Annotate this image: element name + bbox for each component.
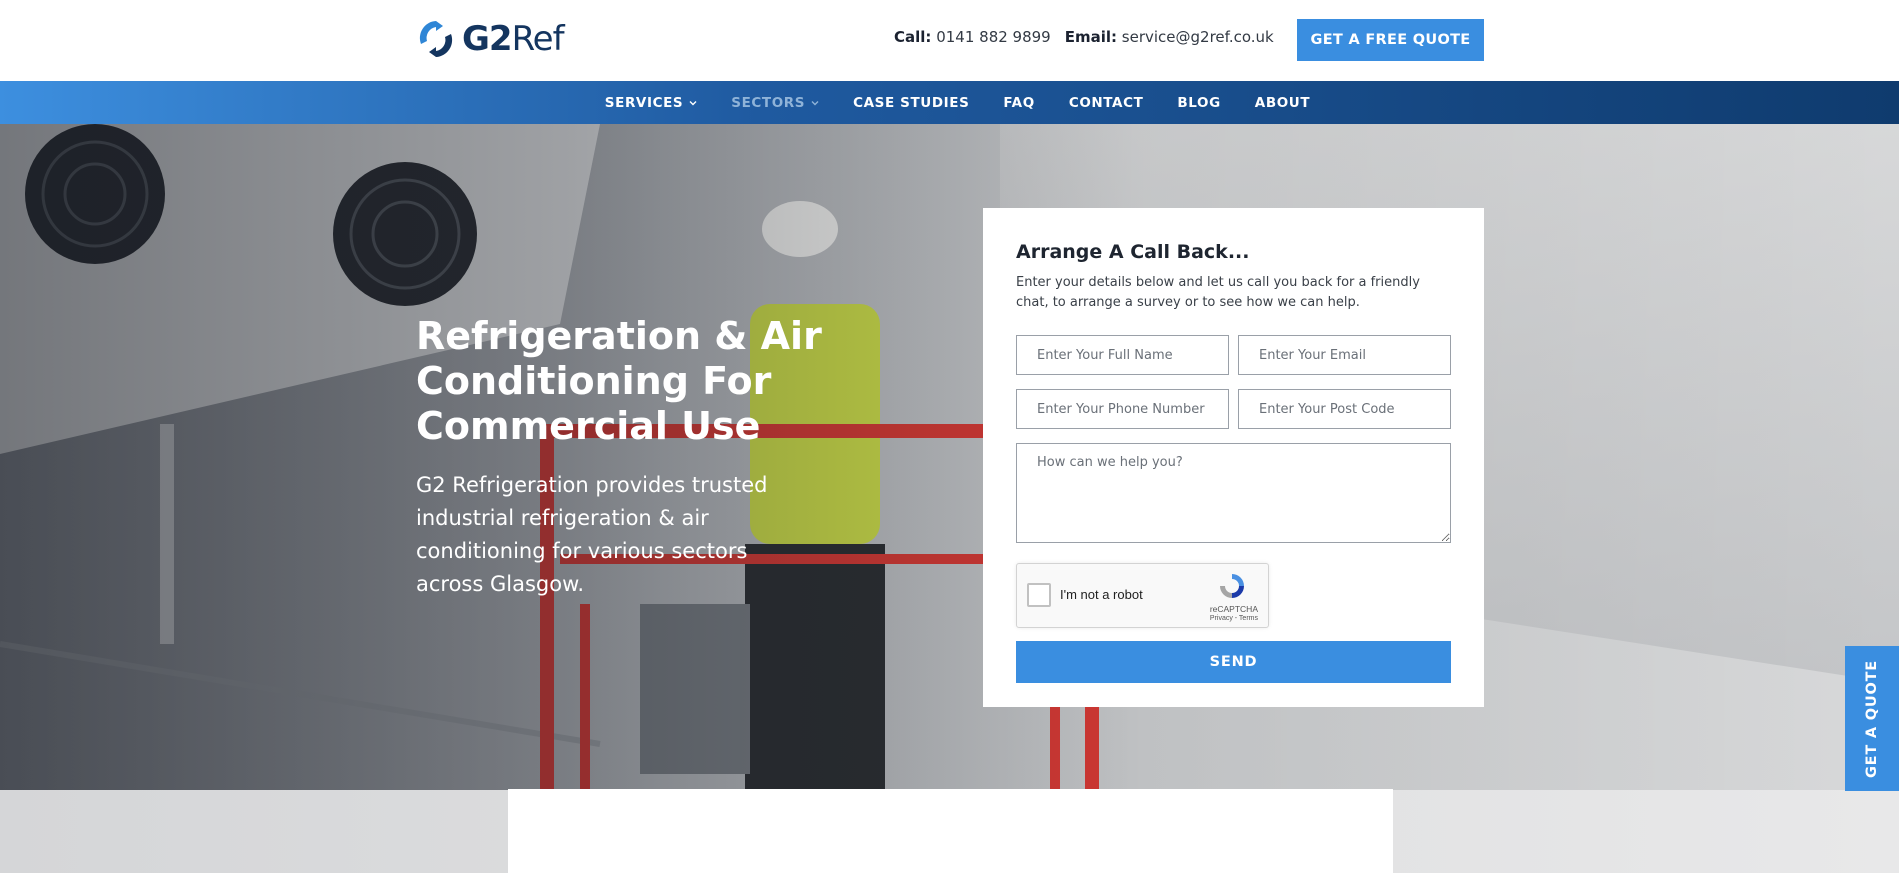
logo-text-bold: G2	[462, 19, 513, 59]
nav-item-blog[interactable]: BLOG	[1177, 95, 1220, 111]
email-field[interactable]	[1238, 335, 1451, 375]
call-label: Call:	[894, 28, 932, 46]
hero-title: Refrigeration & Air Conditioning For Com…	[416, 314, 822, 448]
nav-item-services-label: SERVICES	[604, 94, 684, 111]
content-panel	[508, 789, 1393, 873]
site-logo[interactable]: G2Ref	[416, 18, 565, 60]
get-free-quote-button[interactable]: GET A FREE QUOTE	[1297, 19, 1484, 61]
header-contact: Call: 0141 882 9899 Email: service@g2ref…	[894, 28, 1274, 46]
nav-item-sectors-label: SECTORS	[731, 94, 806, 111]
get-a-quote-side-tab[interactable]: GET A QUOTE	[1845, 646, 1899, 791]
phone-number[interactable]: 0141 882 9899	[936, 28, 1051, 46]
logo-text-light: Ref	[511, 19, 565, 59]
hero-subtitle: G2 Refrigeration provides trusted indust…	[416, 473, 768, 596]
nav-item-about[interactable]: ABOUT	[1255, 95, 1310, 111]
full-name-field[interactable]	[1016, 335, 1229, 375]
chevron-down-icon	[811, 100, 819, 105]
email-address[interactable]: service@g2ref.co.uk	[1122, 28, 1274, 46]
logo-mark-icon	[419, 21, 453, 57]
site-header: G2Ref Call: 0141 882 9899 Email: service…	[0, 0, 1899, 81]
email-contact[interactable]: Email: service@g2ref.co.uk	[1065, 28, 1274, 46]
main-navigation: SERVICES SECTORS CASE STUDIES FAQ CONTAC…	[0, 81, 1899, 124]
form-title: Arrange A Call Back...	[1016, 241, 1250, 263]
recaptcha-label: I'm not a robot	[1060, 587, 1143, 602]
recaptcha-checkbox[interactable]	[1027, 583, 1051, 607]
recaptcha-logo-icon	[1220, 574, 1244, 598]
side-tab-label: GET A QUOTE	[1864, 659, 1880, 778]
nav-item-sectors[interactable]: SECTORS	[731, 95, 819, 111]
nav-item-services[interactable]: SERVICES	[605, 95, 697, 111]
nav-item-faq[interactable]: FAQ	[1003, 95, 1034, 111]
chevron-down-icon	[689, 100, 697, 105]
phone-contact[interactable]: Call: 0141 882 9899	[894, 28, 1051, 46]
recaptcha-widget: I'm not a robot reCAPTCHA Privacy - Term…	[1016, 563, 1269, 628]
message-field[interactable]	[1016, 443, 1451, 543]
send-button[interactable]: SEND	[1016, 641, 1451, 683]
phone-field[interactable]	[1016, 389, 1229, 429]
hero-section: Refrigeration & Air Conditioning For Com…	[0, 124, 1899, 790]
callback-form: Arrange A Call Back... Enter your detail…	[983, 208, 1484, 707]
nav-item-contact[interactable]: CONTACT	[1069, 95, 1144, 111]
form-description: Enter your details below and let us call…	[1016, 275, 1420, 310]
email-label: Email:	[1064, 28, 1117, 46]
recaptcha-brand: reCAPTCHA	[1209, 604, 1258, 614]
post-code-field[interactable]	[1238, 389, 1451, 429]
nav-item-case-studies[interactable]: CASE STUDIES	[853, 95, 969, 111]
recaptcha-terms[interactable]: Privacy - Terms	[1210, 615, 1258, 622]
